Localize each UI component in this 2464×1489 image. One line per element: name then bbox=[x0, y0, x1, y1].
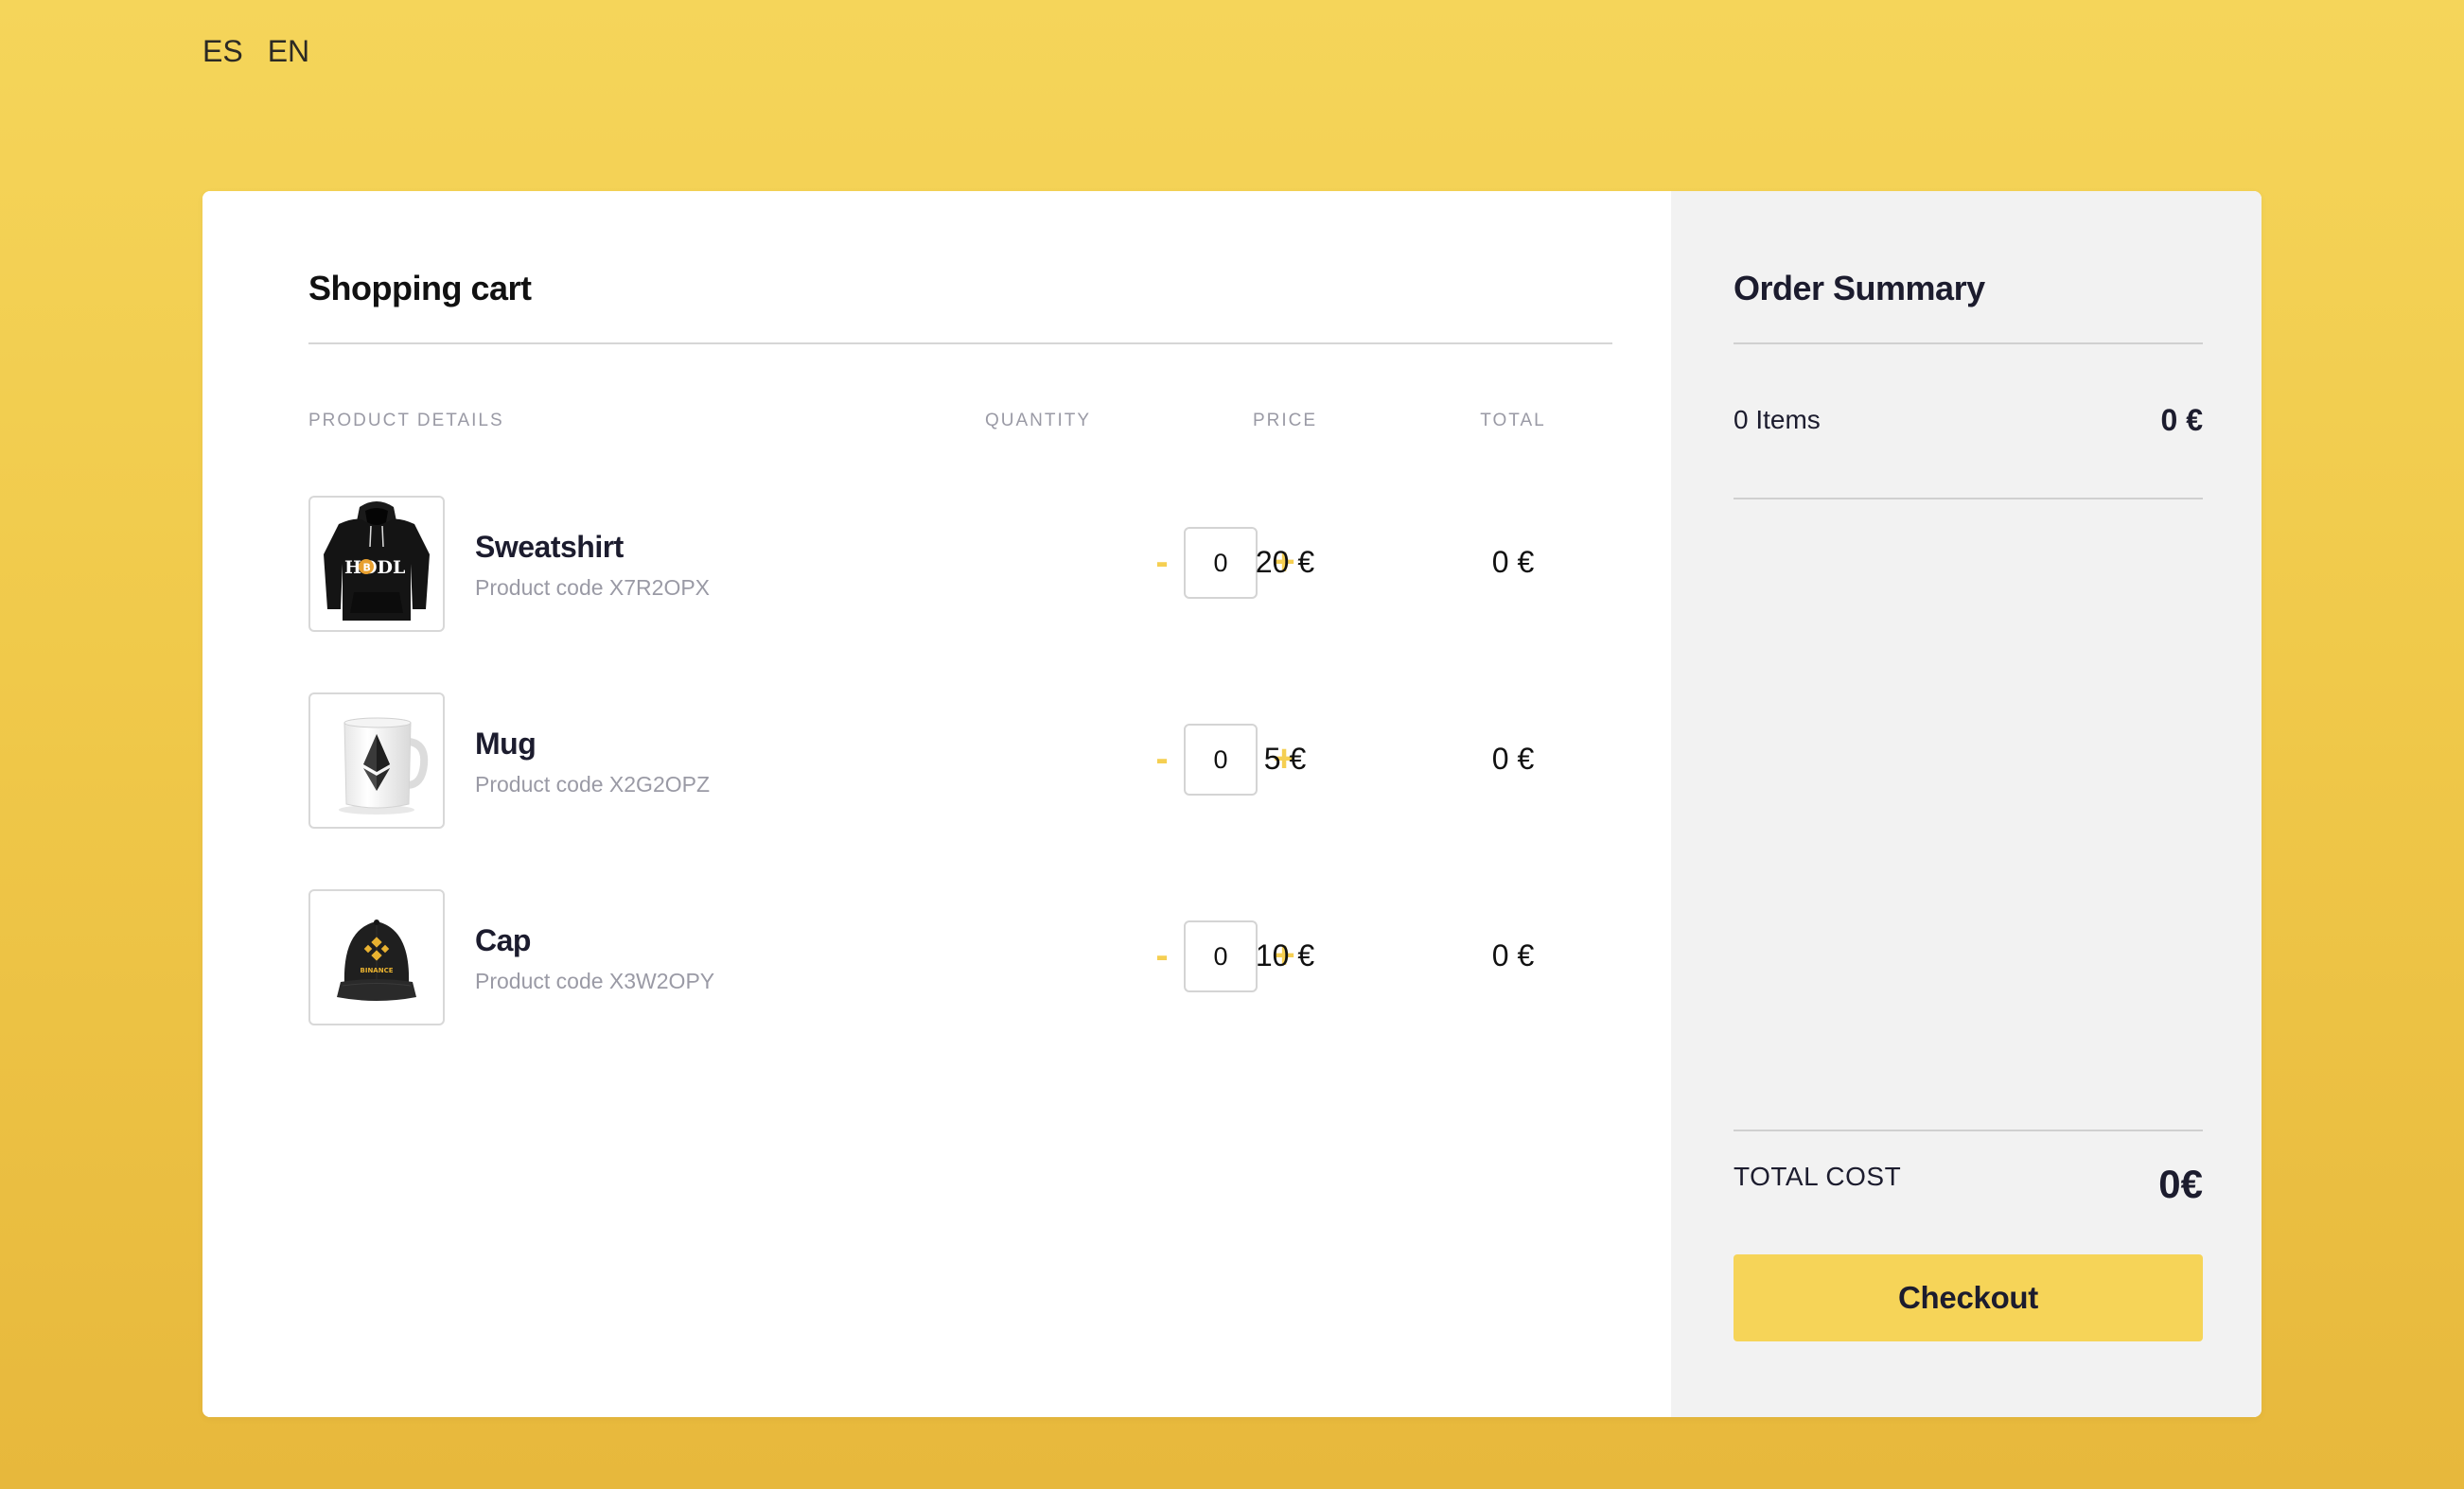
product-code: Product code X7R2OPX bbox=[475, 575, 711, 600]
summary-divider-top bbox=[1734, 342, 2203, 344]
product-name: Sweatshirt bbox=[475, 530, 624, 564]
shopping-cart-panel: Shopping cart PRODUCT DETAILS QUANTITY P… bbox=[202, 191, 1671, 1417]
order-summary-title: Order Summary bbox=[1734, 269, 1985, 307]
product-name: Mug bbox=[475, 727, 537, 761]
summary-divider-bottom bbox=[1734, 1130, 2203, 1131]
product-total: 0 € bbox=[1491, 938, 1535, 972]
language-es-link[interactable]: ES bbox=[202, 34, 243, 69]
language-en-link[interactable]: EN bbox=[268, 34, 309, 69]
column-header-product-details: PRODUCT DETAILS bbox=[308, 411, 504, 430]
summary-items-value: 0 € bbox=[2160, 403, 2203, 437]
cart-row-cap: BINANCE Cap Product code X3W2OPY - + 10 … bbox=[202, 889, 1671, 1027]
total-cost-label: TOTAL COST bbox=[1734, 1162, 1902, 1191]
sweatshirt-print-text: HODL bbox=[344, 557, 405, 578]
cart-title: Shopping cart bbox=[308, 269, 532, 307]
column-header-price: PRICE bbox=[1252, 411, 1318, 430]
product-code: Product code X2G2OPZ bbox=[475, 772, 711, 797]
ethereum-mug-icon bbox=[308, 692, 445, 829]
summary-divider-middle bbox=[1734, 498, 2203, 499]
product-price: 5 € bbox=[1263, 742, 1307, 776]
cap-print-text: BINANCE bbox=[361, 967, 394, 974]
checkout-button[interactable]: Checkout bbox=[1734, 1254, 2203, 1341]
product-total: 0 € bbox=[1491, 545, 1535, 579]
product-price: 20 € bbox=[1255, 545, 1315, 579]
column-header-total: TOTAL bbox=[1480, 411, 1546, 430]
decrease-quantity-button[interactable]: - bbox=[1145, 534, 1179, 590]
decrease-quantity-button[interactable]: - bbox=[1145, 927, 1179, 984]
cart-card: Shopping cart PRODUCT DETAILS QUANTITY P… bbox=[202, 191, 2262, 1417]
binance-cap-icon: BINANCE bbox=[308, 889, 445, 1025]
decrease-quantity-button[interactable]: - bbox=[1145, 730, 1179, 787]
product-price: 10 € bbox=[1255, 938, 1315, 972]
svg-text:B: B bbox=[363, 562, 371, 574]
language-switcher: ES EN bbox=[202, 34, 309, 69]
product-name: Cap bbox=[475, 923, 531, 957]
cart-row-sweatshirt: HODL B Sweatshirt Product code X7R2OPX -… bbox=[202, 496, 1671, 634]
cart-row-mug: Mug Product code X2G2OPZ - + 5 € 0 € bbox=[202, 692, 1671, 831]
cart-divider bbox=[308, 342, 1612, 344]
total-cost-value: 0€ bbox=[2158, 1162, 2203, 1206]
hodl-sweatshirt-icon: HODL B bbox=[308, 496, 445, 632]
product-code: Product code X3W2OPY bbox=[475, 969, 715, 993]
product-total: 0 € bbox=[1491, 742, 1535, 776]
order-summary-panel: Order Summary 0 Items 0 € TOTAL COST 0€ … bbox=[1671, 191, 2262, 1417]
summary-items-count: 0 Items bbox=[1734, 405, 1821, 434]
column-header-quantity: QUANTITY bbox=[984, 411, 1092, 430]
